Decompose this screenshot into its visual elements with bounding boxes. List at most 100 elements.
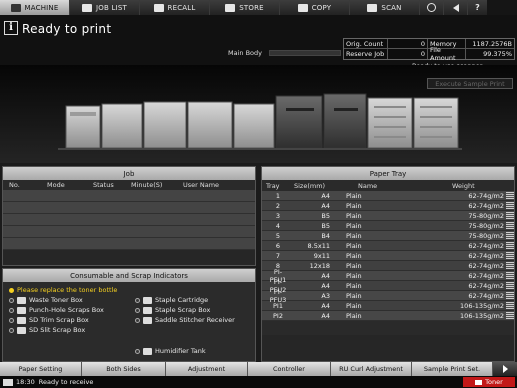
- execute-sample-print-button[interactable]: Execute Sample Print: [427, 78, 513, 89]
- tray-id: PI1: [273, 301, 283, 310]
- tray-paper-name: Plain: [346, 301, 362, 310]
- trim-scrap-icon: [17, 316, 26, 324]
- table-row[interactable]: [3, 202, 255, 214]
- reserve-job-label: Reserve Job: [344, 49, 388, 59]
- tray-weight: 62-74g/m2: [468, 281, 504, 290]
- tray-paper-name: Plain: [346, 311, 362, 320]
- tray-paper-name: Plain: [346, 281, 362, 290]
- indicator-label: Humidifier Tank: [155, 347, 206, 355]
- tray-weight: 106-135g/m2: [460, 301, 504, 310]
- page-title: Ready to print: [22, 22, 112, 36]
- job-col-no: No.: [9, 181, 20, 189]
- file-amount-value: 99.375%: [483, 50, 512, 58]
- controller-button[interactable]: Controller: [248, 362, 331, 376]
- tab-store-label: STORE: [239, 3, 264, 12]
- help-button[interactable]: ?: [468, 0, 487, 15]
- top-tab-bar: MACHINE JOB LIST RECALL STORE COPY SCAN …: [0, 0, 517, 15]
- tray-paper-name: Plain: [346, 191, 362, 200]
- indicator-label: SD Slit Scrap Box: [29, 326, 86, 334]
- next-page-button[interactable]: [493, 362, 517, 376]
- table-row[interactable]: PI2 A4 Plain 106-135g/m2: [262, 311, 514, 321]
- tray-weight: 106-135g/m2: [460, 311, 504, 320]
- toner-alert-button[interactable]: Toner: [463, 377, 515, 387]
- help-icon: ?: [475, 3, 480, 12]
- language-button[interactable]: [420, 0, 444, 15]
- saddle-stitcher-icon: [143, 316, 152, 324]
- printer-illustration: [58, 93, 462, 150]
- table-row[interactable]: 1 A4 Plain 62-74g/m2: [262, 191, 514, 201]
- orig-count-value: 0: [388, 39, 428, 48]
- toner-alert-icon: [475, 379, 483, 385]
- info-icon: i: [4, 21, 18, 35]
- tray-weight: 62-74g/m2: [468, 191, 504, 200]
- recall-icon: [153, 3, 164, 12]
- tab-machine[interactable]: MACHINE: [0, 0, 70, 15]
- table-row[interactable]: 5 B4 Plain 75-80g/m2: [262, 231, 514, 241]
- tray-col-weight: Weight: [452, 181, 475, 190]
- table-row[interactable]: [3, 238, 255, 250]
- paper-setting-button[interactable]: Paper Setting: [0, 362, 82, 376]
- tray-size: A4: [321, 281, 330, 290]
- tab-recall[interactable]: RECALL: [140, 0, 210, 15]
- tray-col-tray: Tray: [266, 181, 280, 190]
- ru-curl-adjustment-button[interactable]: RU Curl Adjustment: [331, 362, 412, 376]
- table-row[interactable]: 4 B5 Plain 75-80g/m2: [262, 221, 514, 231]
- volume-button[interactable]: [444, 0, 468, 15]
- tray-size: A4: [321, 311, 330, 320]
- tab-copy[interactable]: COPY: [280, 0, 350, 15]
- tab-job-list-label: JOB LIST: [96, 3, 127, 12]
- table-row[interactable]: PI-PFU1 A4 Plain 62-74g/m2: [262, 268, 514, 284]
- paper-tray-panel: Paper Tray Tray Size(mm) Name Weight 1 A4…: [261, 166, 515, 362]
- globe-icon: [427, 3, 436, 12]
- orig-count-label: Orig. Count: [344, 39, 388, 48]
- tray-table-header: Tray Size(mm) Name Weight: [262, 180, 514, 191]
- tray-id: 5: [275, 231, 281, 240]
- tray-size: B5: [321, 221, 330, 230]
- tab-recall-label: RECALL: [167, 3, 196, 12]
- list-icon: [82, 3, 93, 12]
- clock-time: 18:30: [16, 378, 35, 386]
- tray-paper-name: Plain: [346, 221, 362, 230]
- table-row[interactable]: 7 9x11 Plain 62-74g/m2: [262, 251, 514, 261]
- tray-size: 12x18: [309, 261, 330, 270]
- tab-store[interactable]: STORE: [210, 0, 280, 15]
- both-sides-button[interactable]: Both Sides: [82, 362, 166, 376]
- tab-scan[interactable]: SCAN: [350, 0, 420, 15]
- tray-weight: 62-74g/m2: [468, 201, 504, 210]
- slit-scrap-icon: [17, 326, 26, 334]
- table-row[interactable]: PI-PFU3 A3 Plain 62-74g/m2: [262, 288, 514, 304]
- paper-level-icon: [506, 252, 514, 259]
- sample-print-set-button[interactable]: Sample Print Set.: [412, 362, 493, 376]
- paper-level-icon: [506, 272, 514, 279]
- main-body-progress: [269, 50, 341, 56]
- job-panel-title: Job: [3, 167, 255, 180]
- tray-size: 9x11: [313, 251, 330, 260]
- indicator-label: SD Trim Scrap Box: [29, 316, 89, 324]
- table-row[interactable]: 3 B5 Plain 75-80g/m2: [262, 211, 514, 221]
- table-row[interactable]: [3, 226, 255, 238]
- table-row[interactable]: 6 8.5x11 Plain 62-74g/m2: [262, 241, 514, 251]
- tray-id: 4: [275, 221, 281, 230]
- indicator-humidifier: Humidifier Tank: [135, 347, 206, 355]
- table-row[interactable]: 2 A4 Plain 62-74g/m2: [262, 201, 514, 211]
- camera-icon: [3, 378, 13, 386]
- paper-level-icon: [506, 212, 514, 219]
- punch-hole-icon: [17, 306, 26, 314]
- bottom-button-bar: Paper Setting Both Sides Adjustment Cont…: [0, 362, 517, 376]
- humidifier-icon: [143, 347, 152, 355]
- tray-paper-name: Plain: [346, 271, 362, 280]
- tray-weight: 62-74g/m2: [468, 271, 504, 280]
- table-row[interactable]: [3, 214, 255, 226]
- table-row[interactable]: PI-PFU2 A4 Plain 62-74g/m2: [262, 278, 514, 294]
- tray-list: 1 A4 Plain 62-74g/m2 2 A4 Plain 62-74g/m2 3 B5 P…: [262, 191, 514, 321]
- tray-size: B4: [321, 231, 330, 240]
- paper-level-icon: [506, 262, 514, 269]
- adjustment-button[interactable]: Adjustment: [166, 362, 248, 376]
- tray-paper-name: Plain: [346, 261, 362, 270]
- tray-id: 6: [275, 241, 281, 250]
- table-row[interactable]: PI1 A4 Plain 106-135g/m2: [262, 301, 514, 311]
- table-row[interactable]: [3, 190, 255, 202]
- tray-list-footer: [262, 321, 514, 335]
- tab-job-list[interactable]: JOB LIST: [70, 0, 140, 15]
- table-row[interactable]: 8 12x18 Plain 62-74g/m2: [262, 261, 514, 271]
